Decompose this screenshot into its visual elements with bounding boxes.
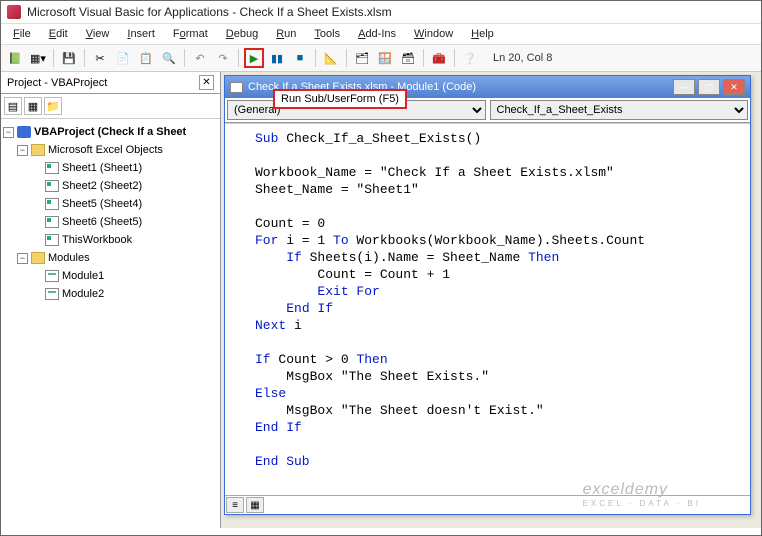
reset-icon[interactable]: ■ [290,48,310,68]
sheet-icon [45,162,59,174]
full-module-view-icon[interactable]: ▦ [246,497,264,513]
properties-icon[interactable]: 🪟 [375,48,395,68]
maximize-button[interactable]: ▢ [698,79,720,95]
tree-module[interactable]: Module1 [62,267,104,285]
run-tooltip: Run Sub/UserForm (F5) [273,89,407,109]
panel-title-label: Project - VBAProject [7,77,107,89]
toolbox-icon[interactable]: 🧰 [429,48,449,68]
module-icon [45,288,59,300]
run-button[interactable]: ▶ [244,48,264,68]
sheet-icon [45,216,59,228]
paste-icon[interactable]: 📋 [136,48,156,68]
save-icon[interactable]: 💾 [59,48,79,68]
sheet-icon [45,180,59,192]
app-title: Microsoft Visual Basic for Applications … [27,5,392,19]
folder-icon [31,252,45,264]
project-tree[interactable]: −VBAProject (Check If a Sheet −Microsoft… [1,119,220,528]
undo-icon[interactable]: ↶ [190,48,210,68]
tree-folder[interactable]: Microsoft Excel Objects [48,141,163,159]
menu-file[interactable]: File [5,26,39,42]
procedure-dropdown[interactable]: Check_If_a_Sheet_Exists [490,100,749,120]
project-explorer: Project - VBAProject ✕ ▤ ▦ 📁 −VBAProject… [1,72,221,528]
menu-view[interactable]: View [78,26,118,42]
menu-edit[interactable]: Edit [41,26,76,42]
menu-addins[interactable]: Add-Ins [350,26,404,42]
close-button[interactable]: ✕ [723,79,745,95]
menu-run[interactable]: Run [268,26,304,42]
sheet-icon [45,234,59,246]
menu-window[interactable]: Window [406,26,461,42]
insert-dropdown-icon[interactable]: ▦▾ [28,48,48,68]
panel-close-icon[interactable]: ✕ [199,75,214,90]
menu-tools[interactable]: Tools [306,26,348,42]
folder-icon [31,144,45,156]
tree-module[interactable]: Module2 [62,285,104,303]
project-explorer-icon[interactable]: 🗂 [352,48,372,68]
design-mode-icon[interactable]: 📐 [321,48,341,68]
menu-format[interactable]: Format [165,26,216,42]
break-icon[interactable]: ▮▮ [267,48,287,68]
menu-help[interactable]: Help [463,26,502,42]
tree-sheet[interactable]: Sheet5 (Sheet4) [62,195,142,213]
tree-root[interactable]: VBAProject (Check If a Sheet [34,123,186,141]
module-icon [230,82,243,93]
code-editor[interactable]: Sub Check_If_a_Sheet_Exists() Workbook_N… [225,123,750,495]
menu-insert[interactable]: Insert [119,26,163,42]
tree-sheet[interactable]: Sheet2 (Sheet2) [62,177,142,195]
tree-sheet[interactable]: ThisWorkbook [62,231,132,249]
help-icon[interactable]: ❔ [460,48,480,68]
procedure-view-icon[interactable]: ≡ [226,497,244,513]
expand-icon[interactable]: − [17,253,28,264]
project-icon [17,126,31,138]
tree-folder[interactable]: Modules [48,249,90,267]
redo-icon[interactable]: ↷ [213,48,233,68]
module-icon [45,270,59,282]
toggle-folders-icon[interactable]: 📁 [44,97,62,115]
menu-bar: File Edit View Insert Format Debug Run T… [1,24,761,44]
tree-sheet[interactable]: Sheet6 (Sheet5) [62,213,142,231]
expand-icon[interactable]: − [3,127,14,138]
sheet-icon [45,198,59,210]
minimize-button[interactable]: — [673,79,695,95]
view-excel-icon[interactable]: 📗 [5,48,25,68]
title-bar: Microsoft Visual Basic for Applications … [1,1,761,24]
view-object-icon[interactable]: ▦ [24,97,42,115]
cursor-position: Ln 20, Col 8 [493,52,552,64]
view-code-icon[interactable]: ▤ [4,97,22,115]
find-icon[interactable]: 🔍 [159,48,179,68]
toolbar: 📗 ▦▾ 💾 ✂ 📄 📋 🔍 ↶ ↷ ▶ ▮▮ ■ 📐 🗂 🪟 🗃 🧰 ❔ Ln… [1,44,761,72]
cut-icon[interactable]: ✂ [90,48,110,68]
app-icon [7,5,21,19]
code-window: Check If a Sheet Exists.xlsm - Module1 (… [224,75,751,515]
menu-debug[interactable]: Debug [218,26,266,42]
copy-icon[interactable]: 📄 [113,48,133,68]
expand-icon[interactable]: − [17,145,28,156]
object-browser-icon[interactable]: 🗃 [398,48,418,68]
tree-sheet[interactable]: Sheet1 (Sheet1) [62,159,142,177]
mdi-workspace: Check If a Sheet Exists.xlsm - Module1 (… [221,72,761,528]
